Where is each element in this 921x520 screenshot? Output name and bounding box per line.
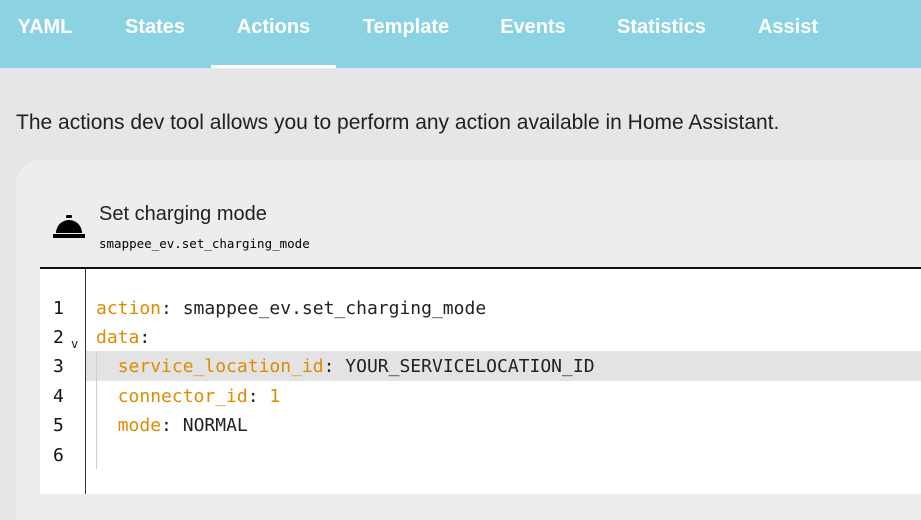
code-line-2: data: [96, 327, 150, 348]
tab-template[interactable]: Template [347, 0, 465, 68]
action-name[interactable]: Set charging mode [99, 203, 267, 226]
tab-statistics[interactable]: Statistics [601, 0, 722, 68]
yaml-separator: : [323, 356, 346, 377]
code-line-1: action: smappee_ev.set_charging_mode [96, 298, 486, 319]
yaml-value: YOUR_SERVICELOCATION_ID [345, 356, 595, 377]
line-number: 3 [53, 356, 64, 377]
action-id: smappee_ev.set_charging_mode [99, 236, 310, 251]
yaml-key: data [96, 327, 140, 348]
tab-states[interactable]: States [104, 0, 206, 68]
line-number: 6 [53, 445, 64, 466]
yaml-separator: : [247, 386, 270, 407]
code-line-5: mode: NORMAL [96, 415, 248, 436]
line-number: 1 [53, 298, 64, 319]
yaml-key: service_location_id [117, 356, 324, 377]
yaml-editor[interactable]: 1 2 3 4 5 6 v action: smappee_ev.set_cha… [40, 267, 921, 494]
tab-assist[interactable]: Assist [742, 0, 834, 68]
code-line-4: connector_id: 1 [96, 386, 281, 407]
yaml-value: 1 [269, 386, 281, 407]
dev-tools-tabbar: YAML States Actions Template Events Stat… [0, 0, 921, 68]
yaml-separator: : [161, 298, 183, 319]
code-line-3: service_location_id: YOUR_SERVICELOCATIO… [96, 356, 595, 377]
yaml-key: mode [117, 415, 162, 436]
page-description: The actions dev tool allows you to perfo… [16, 111, 780, 134]
room-service-bell-icon [53, 215, 85, 238]
yaml-separator: : [161, 415, 183, 436]
yaml-value: smappee_ev.set_charging_mode [182, 298, 487, 319]
tab-yaml[interactable]: YAML [0, 0, 90, 68]
gutter-divider [85, 269, 86, 494]
fold-toggle-icon[interactable]: v [71, 337, 78, 351]
line-number: 5 [53, 415, 64, 436]
yaml-key: connector_id [117, 386, 248, 407]
line-number: 4 [53, 386, 64, 407]
tab-events[interactable]: Events [485, 0, 581, 68]
yaml-separator: : [139, 327, 151, 348]
yaml-value: NORMAL [182, 415, 248, 436]
yaml-key: action [96, 298, 162, 319]
tab-actions[interactable]: Actions [211, 0, 336, 68]
